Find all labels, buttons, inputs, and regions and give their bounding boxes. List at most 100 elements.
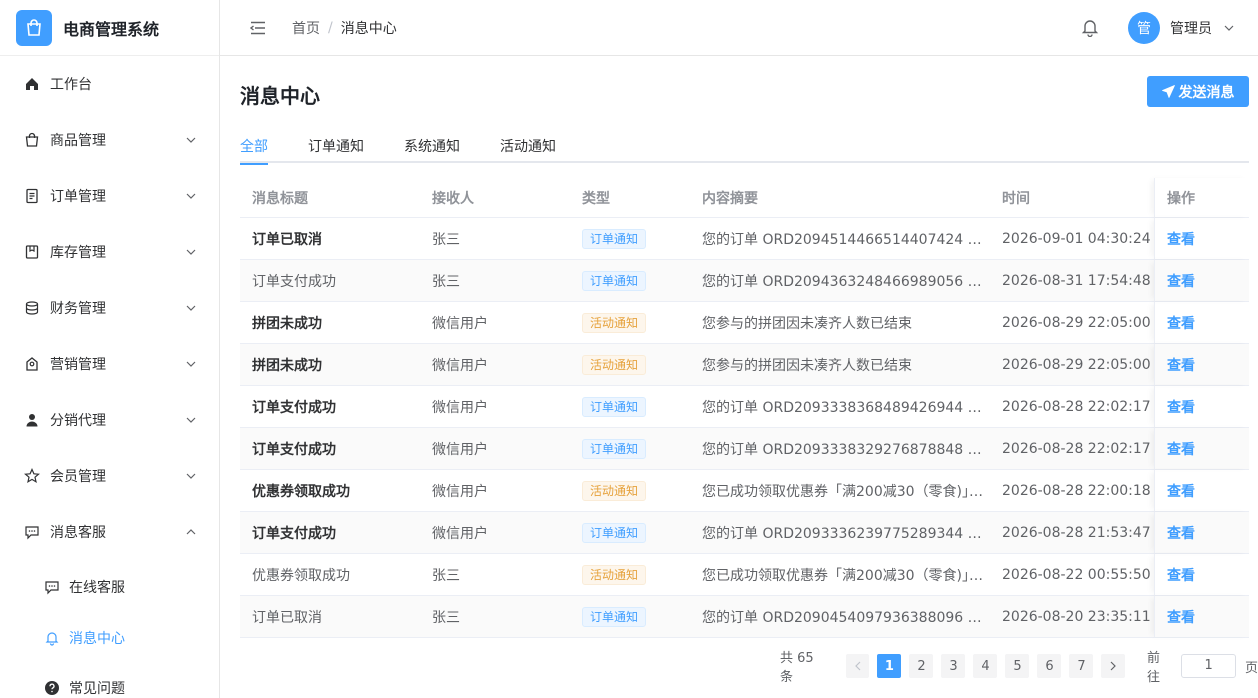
view-link[interactable]: 查看 <box>1167 271 1195 291</box>
view-link[interactable]: 查看 <box>1167 397 1195 417</box>
cell-action: 查看 <box>1154 596 1249 637</box>
pagination-page-button[interactable]: 5 <box>1005 654 1030 678</box>
sidebar-subitem-online-service[interactable]: 在线客服 <box>0 560 219 613</box>
cell-time: 2026-09-01 04:30:24 <box>1002 230 1151 247</box>
home-icon <box>24 76 40 92</box>
pagination-next-button[interactable] <box>1101 654 1126 678</box>
table-row: 订单支付成功 微信用户 订单通知 您的订单 ORD209333832927687884… <box>240 428 1249 470</box>
cell-title: 订单支付成功 <box>252 441 336 458</box>
view-link[interactable]: 查看 <box>1167 229 1195 249</box>
cell-type: 活动通知 <box>582 564 702 585</box>
cell-type: 活动通知 <box>582 312 702 333</box>
cell-action: 查看 <box>1154 470 1249 511</box>
table-row: 订单支付成功 微信用户 订单通知 您的订单 ORD209333836848942694… <box>240 386 1249 428</box>
pagination-page-button[interactable]: 7 <box>1069 654 1094 678</box>
cell-summary: 您的订单 ORD2090454097936388096 已取消 <box>702 609 1002 626</box>
pagination-prev-button[interactable] <box>845 654 870 678</box>
view-link[interactable]: 查看 <box>1167 481 1195 501</box>
cell-time: 2026-08-29 22:05:00 <box>1002 314 1151 331</box>
cell-time: 2026-08-28 22:02:17 <box>1002 398 1151 415</box>
user-icon <box>24 412 40 428</box>
column-header-receiver: 接收人 <box>432 190 474 207</box>
pagination-page-button[interactable]: 4 <box>973 654 998 678</box>
chevron-down-icon <box>185 134 197 146</box>
chevron-down-icon <box>185 190 197 202</box>
sidebar-subitem-faq[interactable]: 常见问题 <box>0 663 219 698</box>
sidebar-item-finance[interactable]: 财务管理 <box>0 280 219 336</box>
pagination-page-button[interactable]: 2 <box>909 654 934 678</box>
shopping-bag-icon <box>24 132 40 148</box>
goto-page-input[interactable]: 1 <box>1181 654 1236 678</box>
sidebar-item-orders[interactable]: 订单管理 <box>0 168 219 224</box>
tab-order-notice[interactable]: 订单通知 <box>308 128 364 163</box>
sidebar-item-inventory[interactable]: 库存管理 <box>0 224 219 280</box>
cell-time: 2026-08-22 00:55:50 <box>1002 566 1151 583</box>
chevron-right-icon <box>1110 661 1117 671</box>
type-tag: 订单通知 <box>582 438 647 459</box>
chevron-down-icon <box>185 470 197 482</box>
pagination-page-button[interactable]: 1 <box>877 654 902 678</box>
sidebar-item-messages[interactable]: 消息客服 <box>0 504 219 560</box>
sidebar-item-label: 分销代理 <box>50 413 106 429</box>
breadcrumb-home-link[interactable]: 首页 <box>292 18 320 38</box>
chevron-down-icon <box>185 246 197 258</box>
sidebar-subitem-message-center[interactable]: 消息中心 <box>0 613 219 663</box>
sidebar-item-members[interactable]: 会员管理 <box>0 448 219 504</box>
cell-type: 活动通知 <box>582 480 702 501</box>
menu-fold-icon[interactable] <box>250 21 266 35</box>
chevron-down-icon <box>185 302 197 314</box>
cell-action: 查看 <box>1154 386 1249 427</box>
sidebar-item-marketing[interactable]: 营销管理 <box>0 336 219 392</box>
view-link[interactable]: 查看 <box>1167 439 1195 459</box>
cell-action: 查看 <box>1154 554 1249 595</box>
sidebar-item-products[interactable]: 商品管理 <box>0 112 219 168</box>
view-link[interactable]: 查看 <box>1167 565 1195 585</box>
avatar[interactable]: 管 <box>1128 11 1160 44</box>
cell-title: 优惠券领取成功 <box>252 567 350 584</box>
tab-all[interactable]: 全部 <box>240 128 268 165</box>
view-link[interactable]: 查看 <box>1167 313 1195 333</box>
sidebar-item-dashboard[interactable]: 工作台 <box>0 56 219 112</box>
cell-receiver: 微信用户 <box>432 399 488 416</box>
sidebar-item-distribution[interactable]: 分销代理 <box>0 392 219 448</box>
cell-time: 2026-08-29 22:05:00 <box>1002 356 1151 373</box>
chevron-up-icon <box>185 526 197 538</box>
pagination-page-button[interactable]: 3 <box>941 654 966 678</box>
cell-summary: 您的订单 ORD2094514466514407424 已取消 <box>702 231 1002 248</box>
cell-receiver: 微信用户 <box>432 525 488 542</box>
cell-receiver: 张三 <box>432 567 460 584</box>
cell-type: 订单通知 <box>582 228 702 249</box>
tab-activity-notice[interactable]: 活动通知 <box>500 128 556 163</box>
cell-type: 订单通知 <box>582 396 702 417</box>
sidebar-item-label: 商品管理 <box>50 133 106 149</box>
box-icon <box>24 244 40 260</box>
send-icon <box>1161 85 1175 98</box>
cell-summary: 您的订单 ORD2093336239775289344 已支付成功 <box>702 525 1002 542</box>
chevron-down-icon[interactable] <box>1224 22 1236 34</box>
document-icon <box>24 188 40 204</box>
cell-summary: 您已成功领取优惠券「满200减30（零食)」，快去使用吧 <box>702 567 1002 584</box>
type-tag: 订单通知 <box>582 270 647 291</box>
table-row: 拼团未成功 微信用户 活动通知 您参与的拼团因未凑齐人数已结束 2026-08-29 2… <box>240 302 1249 344</box>
user-name[interactable]: 管理员 <box>1170 18 1212 38</box>
sidebar-item-label: 营销管理 <box>50 357 106 373</box>
sidebar-item-label: 库存管理 <box>50 245 106 261</box>
tab-system-notice[interactable]: 系统通知 <box>404 128 460 163</box>
table-row: 优惠券领取成功 微信用户 活动通知 您已成功领取优惠券「满200减30（零食)」，快去… <box>240 470 1249 512</box>
view-link[interactable]: 查看 <box>1167 355 1195 375</box>
column-header-time: 时间 <box>1002 190 1030 207</box>
table-row: 优惠券领取成功 张三 活动通知 您已成功领取优惠券「满200减30（零食)」，快去使用… <box>240 554 1249 596</box>
view-link[interactable]: 查看 <box>1167 523 1195 543</box>
notification-bell-icon[interactable] <box>1080 18 1100 38</box>
coins-icon <box>24 300 40 316</box>
table-row: 拼团未成功 微信用户 活动通知 您参与的拼团因未凑齐人数已结束 2026-08-29 2… <box>240 344 1249 386</box>
type-tag: 订单通知 <box>582 228 647 249</box>
cell-type: 订单通知 <box>582 270 702 291</box>
column-header-type: 类型 <box>582 190 610 207</box>
view-link[interactable]: 查看 <box>1167 607 1195 627</box>
cell-type: 活动通知 <box>582 354 702 375</box>
pagination-page-button[interactable]: 6 <box>1037 654 1062 678</box>
pagination-total: 共 65 条 <box>780 651 814 685</box>
app-title: 电商管理系统 <box>63 19 160 39</box>
send-message-button[interactable]: 发送消息 <box>1147 76 1249 107</box>
